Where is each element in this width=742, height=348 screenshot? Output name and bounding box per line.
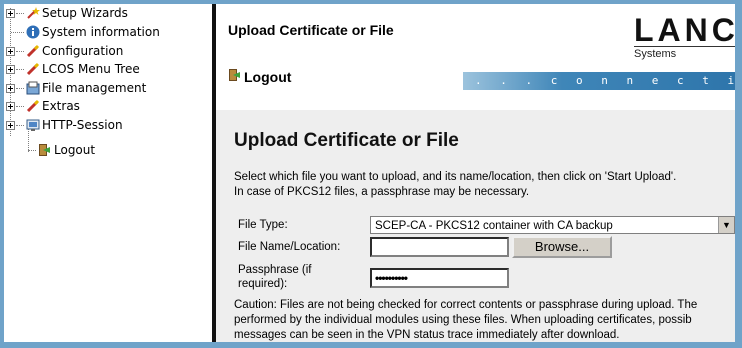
tree-connector — [16, 51, 24, 52]
logo-rule — [634, 46, 735, 47]
file-management-icon — [26, 81, 40, 95]
chevron-down-icon[interactable]: ▼ — [718, 217, 734, 233]
monitor-icon — [26, 118, 40, 132]
description: Select which file you want to upload, an… — [234, 170, 676, 200]
section-heading: Upload Certificate or File — [234, 130, 459, 151]
tree-connector — [16, 125, 24, 126]
logout-link[interactable]: Logout — [228, 68, 291, 85]
info-icon — [26, 25, 40, 39]
logo-subtitle: Systems — [634, 48, 677, 60]
passphrase-label-line: Passphrase (if — [238, 264, 312, 276]
description-line: Select which file you want to upload, an… — [234, 171, 677, 183]
caution-note: Caution: Files are not being checked for… — [234, 298, 735, 342]
expand-toggle[interactable] — [6, 9, 15, 18]
header-frame: Upload Certificate or File LANC Systems … — [216, 4, 735, 110]
tree-item-system-information[interactable]: System information — [42, 25, 160, 39]
tree-item-lcos-menu-tree[interactable]: LCOS Menu Tree — [42, 62, 140, 76]
caution-line: performed by the individual modules usin… — [234, 314, 692, 326]
tree-item-setup-wizards[interactable]: Setup Wizards — [42, 6, 128, 20]
wand-icon — [26, 99, 40, 113]
tree-item-file-management[interactable]: File management — [42, 81, 146, 95]
logout-label: Logout — [244, 68, 292, 85]
file-type-select[interactable]: SCEP-CA - PKCS12 container with CA backu… — [370, 216, 735, 234]
tree-connector — [28, 150, 36, 151]
tree-connector — [16, 88, 24, 89]
tree-item-logout[interactable]: Logout — [54, 143, 95, 157]
file-name-input[interactable] — [370, 237, 509, 257]
wand-icon — [26, 44, 40, 58]
expand-toggle[interactable] — [6, 65, 15, 74]
tree-connector — [16, 106, 24, 107]
logout-icon — [228, 68, 240, 85]
description-line: In case of PKCS12 files, a passphrase ma… — [234, 186, 530, 198]
tree-connector — [16, 69, 24, 70]
passphrase-label: Passphrase (if required): — [238, 263, 312, 291]
expand-toggle[interactable] — [6, 121, 15, 130]
tree-connector — [11, 32, 24, 33]
tree-connector — [16, 13, 24, 14]
passphrase-input[interactable]: •••••••••• — [370, 268, 509, 288]
file-name-label: File Name/Location: — [238, 241, 341, 253]
window-content: Setup Wizards System information Configu… — [4, 4, 735, 342]
passphrase-label-line: required): — [238, 278, 288, 290]
caution-line: Caution: Files are not being checked for… — [234, 299, 698, 311]
wand-icon — [26, 6, 40, 20]
file-type-value: SCEP-CA - PKCS12 container with CA backu… — [375, 220, 613, 232]
company-logo: LANC — [634, 12, 735, 48]
expand-toggle[interactable] — [6, 47, 15, 56]
tagline-bar: . . . c o n n e c t i n g y o u r b — [463, 72, 735, 90]
page-title: Upload Certificate or File — [228, 22, 394, 38]
expand-toggle[interactable] — [6, 102, 15, 111]
logout-icon — [37, 143, 51, 157]
tree-item-extras[interactable]: Extras — [42, 99, 80, 113]
content-frame: Upload Certificate or File Select which … — [216, 110, 735, 342]
window-frame: Setup Wizards System information Configu… — [0, 0, 742, 348]
browse-button[interactable]: Browse... — [512, 236, 612, 258]
navigation-tree: Setup Wizards System information Configu… — [4, 4, 212, 342]
file-type-label: File Type: — [238, 219, 288, 231]
wand-icon — [26, 62, 40, 76]
expand-toggle[interactable] — [6, 84, 15, 93]
caution-line: messages can be seen in the VPN status t… — [234, 329, 620, 341]
tree-item-configuration[interactable]: Configuration — [42, 44, 123, 58]
tree-item-http-session[interactable]: HTTP-Session — [42, 118, 123, 132]
